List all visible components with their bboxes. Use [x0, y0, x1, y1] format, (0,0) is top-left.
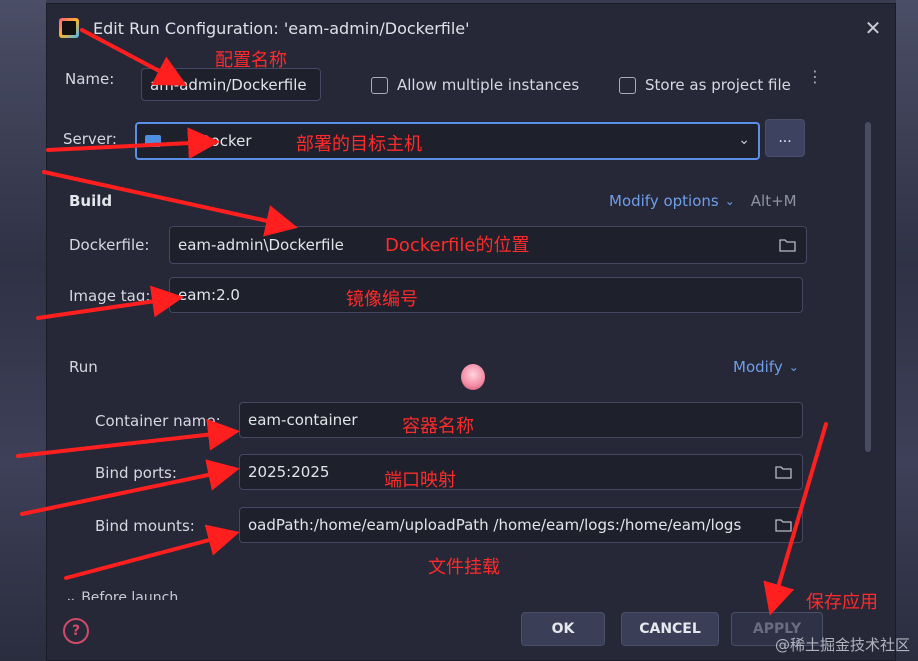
chevron-down-icon: ⌄: [788, 360, 799, 374]
container-label-row: Container name:: [95, 412, 221, 430]
server-browse-button[interactable]: ...: [765, 119, 805, 157]
intellij-app-icon: [59, 18, 79, 38]
name-label: Name:: [65, 70, 115, 88]
background-right: [896, 0, 918, 661]
server-select-value: Docker: [199, 132, 252, 150]
chevron-down-icon: ⌄: [724, 194, 735, 208]
folder-icon[interactable]: [775, 465, 792, 479]
more-options-icon[interactable]: ⋮: [807, 69, 823, 85]
run-modify-row[interactable]: Modify ⌄: [733, 358, 799, 376]
bind-mounts-label: Bind mounts:: [95, 517, 195, 535]
store-project-checkbox-row[interactable]: Store as project file: [619, 76, 791, 94]
bind-mounts-input[interactable]: oadPath:/home/eam/uploadPath /home/eam/l…: [239, 507, 803, 543]
watermark: @稀土掘金技术社区: [774, 636, 910, 654]
chevron-down-icon: ⌄: [65, 590, 82, 600]
allow-multiple-label: Allow multiple instances: [397, 76, 580, 94]
scrollbar[interactable]: [865, 122, 871, 452]
image-tag-input[interactable]: eam:2.0: [169, 277, 803, 313]
cancel-button[interactable]: CANCEL: [621, 612, 719, 646]
server-label-row: Server:: [63, 130, 117, 148]
docker-server-icon: [145, 135, 161, 147]
allow-multiple-checkbox-row[interactable]: Allow multiple instances: [371, 76, 579, 94]
folder-icon[interactable]: [775, 518, 792, 532]
image-tag-label: Image tag:: [69, 287, 151, 305]
server-select[interactable]: Docker ⌄: [135, 122, 760, 160]
title-bar: Edit Run Configuration: 'eam-admin/Docke…: [47, 4, 895, 52]
run-section-title: Run: [69, 358, 98, 376]
before-launch-section[interactable]: ⌄ Before launch: [65, 590, 178, 600]
annotation-file-mount: 文件挂载: [428, 557, 500, 578]
dockerfile-label: Dockerfile:: [69, 236, 150, 254]
modify-options-shortcut: Alt+M: [750, 192, 797, 210]
folder-icon[interactable]: [779, 238, 796, 252]
annotation-config-name: 配置名称: [215, 50, 287, 71]
dockerfile-label-row: Dockerfile:: [69, 236, 149, 254]
container-name-input[interactable]: eam-container: [239, 402, 803, 438]
dialog-title: Edit Run Configuration: 'eam-admin/Docke…: [93, 18, 470, 38]
image-tag-label-row: Image tag:: [69, 287, 150, 305]
annotation-dockerfile-location: Dockerfile的位置: [385, 235, 530, 256]
name-row: Name:: [65, 70, 114, 88]
before-launch-label: Before launch: [81, 590, 179, 600]
annotation-target-host: 部署的目标主机: [296, 134, 422, 155]
bind-ports-value: 2025:2025: [248, 463, 330, 481]
mascot-sticker: [461, 364, 485, 390]
bind-ports-label: Bind ports:: [95, 464, 177, 482]
store-project-label: Store as project file: [645, 76, 791, 94]
modify-options-row[interactable]: Modify options ⌄ Alt+M: [609, 192, 797, 210]
allow-multiple-checkbox[interactable]: [371, 76, 388, 94]
bind-mounts-value: oadPath:/home/eam/uploadPath /home/eam/l…: [248, 516, 742, 534]
annotation-save-apply: 保存应用: [806, 592, 878, 613]
annotation-port-mapping: 端口映射: [384, 470, 456, 491]
close-icon[interactable]: ✕: [861, 16, 885, 40]
annotation-image-tag: 镜像编号: [346, 289, 418, 310]
ports-label-row: Bind ports:: [95, 464, 177, 482]
annotation-container-name: 容器名称: [402, 416, 474, 437]
run-modify-link[interactable]: Modify: [733, 358, 783, 376]
store-project-checkbox[interactable]: [619, 76, 636, 94]
dockerfile-value: eam-admin\Dockerfile: [178, 236, 344, 254]
server-label: Server:: [63, 130, 117, 148]
bind-ports-input[interactable]: 2025:2025: [239, 454, 803, 490]
help-icon[interactable]: ?: [63, 618, 89, 644]
container-name-label: Container name:: [95, 412, 221, 430]
modify-options-link[interactable]: Modify options: [609, 192, 719, 210]
background-left: [0, 0, 46, 661]
build-section-title: Build: [69, 192, 113, 210]
chevron-down-icon: ⌄: [738, 132, 750, 148]
ok-button[interactable]: OK: [521, 612, 605, 646]
mounts-label-row: Bind mounts:: [95, 517, 195, 535]
name-input[interactable]: am-admin/Dockerfile: [141, 68, 321, 101]
